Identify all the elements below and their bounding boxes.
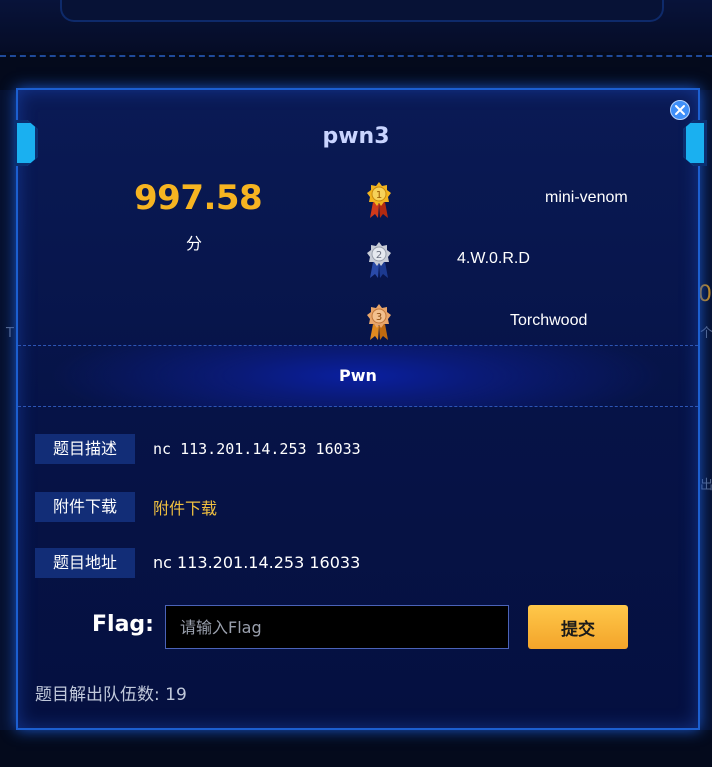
attachment-download-link[interactable]: 附件下载: [153, 495, 217, 519]
attachment-label: 附件下载: [35, 492, 135, 522]
solve-count-value: 19: [165, 685, 187, 705]
background-peek-number: 0: [698, 282, 712, 307]
background-header-panel: [60, 0, 664, 22]
close-icon: [675, 105, 685, 115]
rank-3-team: Torchwood: [510, 312, 588, 329]
background-divider: [0, 55, 712, 57]
solve-count: 题目解出队伍数: 19: [35, 680, 187, 705]
background-right-panel: [700, 90, 712, 730]
flag-label: Flag:: [92, 612, 154, 637]
category-label: Pwn: [339, 366, 377, 385]
close-button[interactable]: [670, 100, 690, 120]
challenge-title: pwn3: [322, 124, 390, 149]
gold-medal-icon: 1: [367, 182, 391, 218]
score-unit: 分: [185, 234, 202, 253]
background-peek-char: 个: [700, 326, 712, 341]
challenge-score: 997.58: [134, 178, 263, 218]
background-left-panel: [0, 90, 16, 730]
submit-button[interactable]: 提交: [528, 605, 628, 649]
solve-count-label: 题目解出队伍数:: [35, 685, 160, 705]
svg-text:3: 3: [376, 312, 382, 323]
rank-1-team: mini-venom: [545, 189, 628, 206]
rank-2-team: 4.W.0.R.D: [457, 250, 530, 267]
background-peek-text: T: [6, 326, 14, 341]
description-label: 题目描述: [35, 434, 135, 464]
address-value: nc 113.201.14.253 16033: [153, 553, 361, 572]
svg-text:1: 1: [376, 190, 382, 201]
address-label: 题目地址: [35, 548, 135, 578]
flag-input[interactable]: [165, 605, 509, 649]
category-band: Pwn: [18, 345, 698, 407]
svg-text:2: 2: [376, 250, 382, 261]
bronze-medal-icon: 3: [367, 304, 391, 340]
background-peek-char-2: 出: [700, 478, 712, 493]
silver-medal-icon: 2: [367, 242, 391, 278]
description-value: nc 113.201.14.253 16033: [153, 440, 361, 458]
